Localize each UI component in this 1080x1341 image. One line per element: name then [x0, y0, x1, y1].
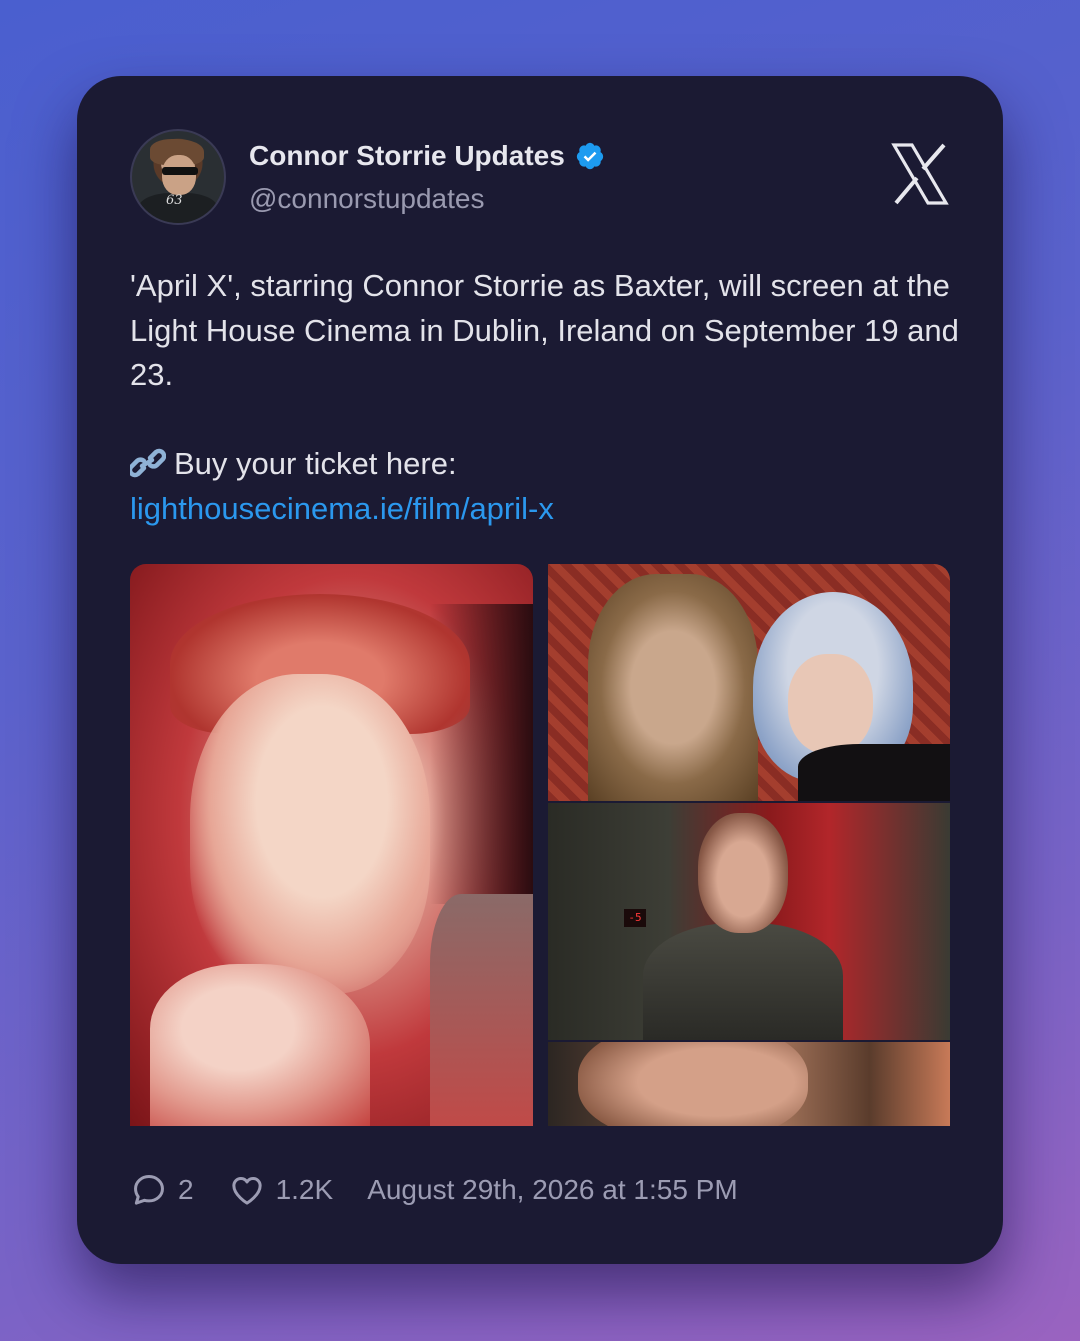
tweet-cta: Buy your ticket here:: [174, 446, 457, 481]
reply-stat[interactable]: 2: [130, 1171, 194, 1209]
media-image-elevator[interactable]: -5: [548, 803, 950, 1040]
reply-count: 2: [178, 1174, 194, 1205]
link-emoji-icon: [130, 448, 166, 478]
tweet-card: 63 Connor Storrie Updates @connorstupdat…: [77, 76, 1003, 1264]
tweet-text: 'April X', starring Connor Storrie as Ba…: [130, 264, 960, 531]
author-handle[interactable]: @connorstupdates: [249, 183, 484, 215]
tweet-cta-line: Buy your ticket here:: [130, 442, 960, 487]
media-image-portrait[interactable]: [130, 564, 533, 1126]
like-stat[interactable]: 1.2K: [228, 1171, 334, 1209]
author-name-row: Connor Storrie Updates: [249, 140, 605, 172]
author-name[interactable]: Connor Storrie Updates: [249, 140, 565, 172]
media-image-woman-on-chair[interactable]: [548, 564, 950, 801]
avatar-shirt-number: 63: [166, 193, 183, 208]
verified-badge-icon: [576, 142, 603, 170]
heart-icon: [231, 1176, 262, 1205]
media-image-closeup[interactable]: [548, 1042, 950, 1126]
x-logo-icon[interactable]: [890, 143, 950, 205]
tweet-footer: 2 1.2K August 29th, 2026 at 1:55 PM: [130, 1170, 738, 1210]
ticket-link[interactable]: lighthousecinema.ie/film/april-x: [130, 491, 554, 526]
elevator-floor-display: -5: [624, 909, 646, 927]
like-count: 1.2K: [275, 1174, 334, 1205]
media-grid: -5: [130, 564, 950, 1126]
avatar[interactable]: 63: [130, 129, 226, 225]
tweet-paragraph: 'April X', starring Connor Storrie as Ba…: [130, 268, 959, 392]
comment-icon: [134, 1175, 164, 1205]
tweet-timestamp[interactable]: August 29th, 2026 at 1:55 PM: [367, 1174, 737, 1206]
